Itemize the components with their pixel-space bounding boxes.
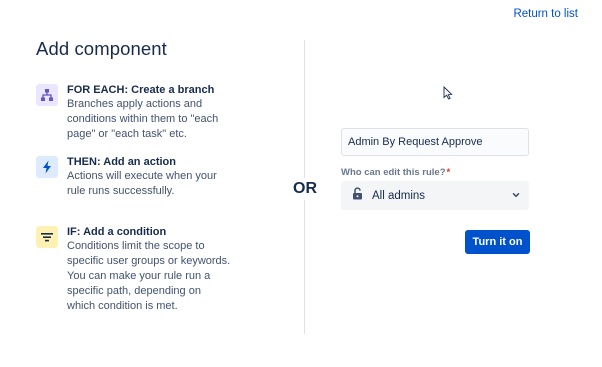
filter-icon [36,226,58,248]
component-condition[interactable]: IF: Add a condition Conditions limit the… [36,225,266,314]
lightning-icon [36,156,58,178]
component-title: THEN: Add an action [67,156,176,168]
or-separator: OR [291,178,319,200]
edit-permission-label: Who can edit this rule?* [341,167,451,178]
edit-permission-value: All admins [372,189,426,202]
component-title: FOR EACH: Create a branch [67,84,215,96]
lock-icon [352,186,363,205]
mouse-cursor-icon [443,85,453,105]
turn-it-on-button[interactable]: Turn it on [465,230,530,254]
component-action[interactable]: THEN: Add an action Actions will execute… [36,155,266,199]
return-to-list-link[interactable]: Return to list [513,8,578,20]
component-description: Actions will execute when your rule runs… [67,170,217,197]
add-component-panel: Add component [36,38,276,78]
component-title: IF: Add a condition [67,226,167,238]
component-branch[interactable]: FOR EACH: Create a branch Branches apply… [36,83,266,142]
component-description: Conditions limit the scope to specific u… [67,240,231,312]
rule-name-input[interactable] [341,128,529,156]
required-marker: * [446,167,451,178]
component-description: Branches apply actions and conditions wi… [67,98,219,140]
page-title: Add component [36,38,167,59]
chevron-down-icon [511,187,521,205]
edit-permission-select[interactable]: All admins [341,181,529,210]
branch-icon [36,84,58,106]
